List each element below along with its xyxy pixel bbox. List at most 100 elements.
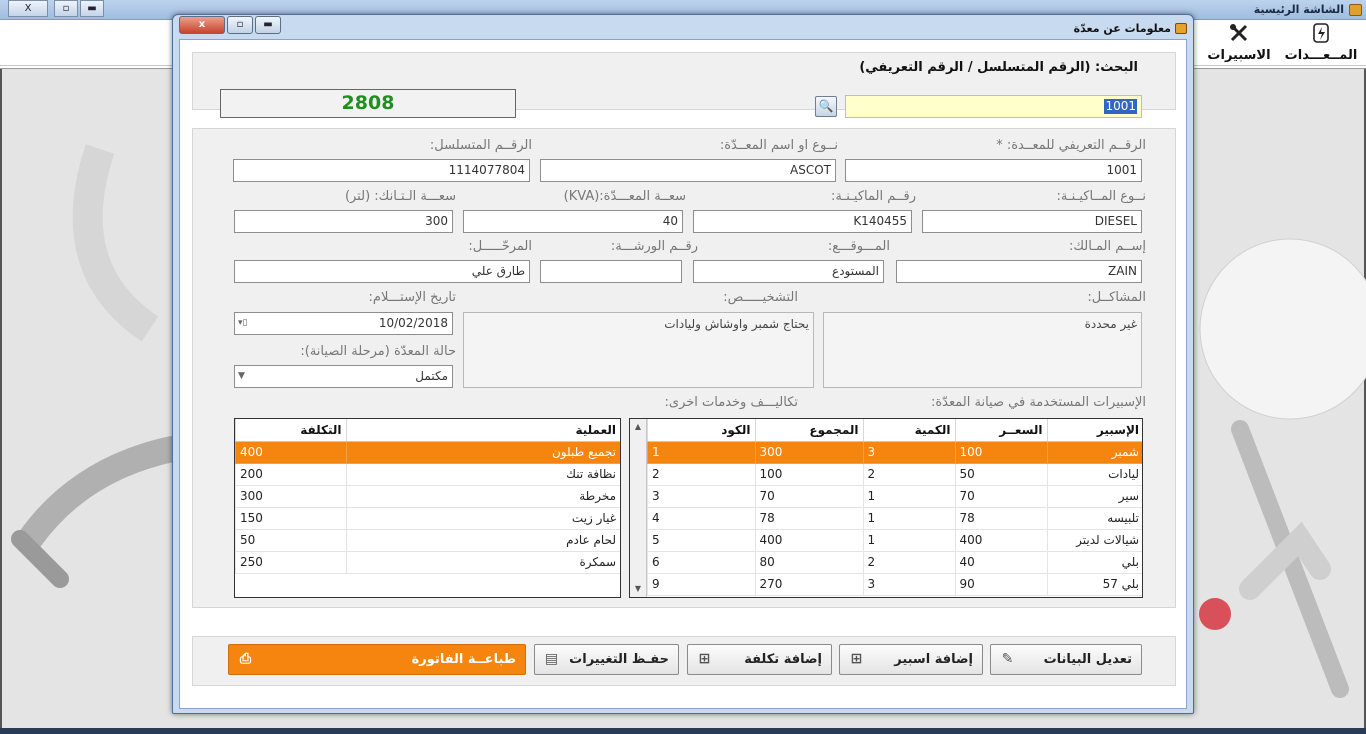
table-row[interactable]: تجميع طبلون 400: [235, 441, 620, 464]
col-cost[interactable]: التكلفة: [235, 419, 346, 442]
dialog-minimize-button[interactable]: ▬: [255, 16, 281, 34]
add-cost-button[interactable]: إضافة تكلفة ⊞: [687, 644, 832, 675]
status-select[interactable]: مكتمل ▼: [234, 365, 453, 388]
cell: 3: [647, 485, 755, 508]
table-row[interactable]: بلي 57 90 3 270 9: [647, 573, 1142, 596]
table-row[interactable]: شمبر 100 3 300 1: [647, 441, 1142, 464]
parts-grid-scrollbar[interactable]: ▲ ▼: [630, 419, 647, 597]
calendar-icon[interactable]: ▾▯: [238, 313, 247, 334]
serial-number-label: الرقــم المتسلسل:: [429, 138, 532, 153]
transferred-by-field[interactable]: طارق علي: [234, 260, 530, 283]
machine-type-label: نــوع المــاكيـنـة:: [1056, 189, 1146, 204]
toolbar-equipment-button[interactable]: المــعـــدات: [1284, 22, 1358, 64]
status-value: مكتمل: [415, 369, 448, 383]
chevron-down-icon[interactable]: ▼: [238, 366, 245, 387]
cell: 9: [647, 573, 755, 596]
save-changes-button[interactable]: حفـظ التغييرات ▤: [534, 644, 679, 675]
col-part[interactable]: الإسبير: [1046, 419, 1142, 442]
edit-data-label: تعديل البيانات: [1043, 652, 1132, 667]
col-operation[interactable]: العملية: [345, 419, 620, 442]
machine-number-field[interactable]: K140455: [693, 210, 912, 233]
table-row[interactable]: لحام عادم 50: [235, 529, 620, 552]
toolbar-parts-label: الاسبيرات: [1207, 48, 1271, 63]
add-part-button[interactable]: إضافة اسبير ⊞: [839, 644, 983, 675]
tank-capacity-field[interactable]: 300: [234, 210, 453, 233]
cell: ليادات: [1046, 463, 1142, 486]
table-row[interactable]: نظافة تنك 200: [235, 463, 620, 486]
toolbar-parts-button[interactable]: الاسبيرات: [1202, 22, 1276, 64]
cell: 1: [862, 529, 955, 552]
status-label: حالة المعدّة (مرحلة الصيانة):: [300, 344, 456, 359]
cell: 100: [954, 441, 1047, 464]
receive-date-label: تاريخ الإستـــلام:: [368, 290, 456, 305]
cell: 300: [754, 441, 863, 464]
main-close-button[interactable]: X: [8, 0, 48, 17]
equipment-id-field[interactable]: 1001: [845, 159, 1142, 182]
parts-table: الإسبير السعــر الكمية المجموع الكود شمب…: [647, 419, 1142, 596]
cell: 150: [235, 507, 346, 530]
cell: 5: [647, 529, 755, 552]
cell: 400: [235, 441, 346, 464]
cell: 100: [754, 463, 863, 486]
cell: نظافة تنك: [345, 463, 620, 486]
parts-grid[interactable]: ▲ ▼ الإسبير السعــر الكمية المجموع الكود…: [629, 418, 1143, 598]
table-row[interactable]: مخرطة 300: [235, 485, 620, 508]
scroll-down-icon[interactable]: ▼: [630, 581, 646, 597]
cell: 90: [954, 573, 1047, 596]
workshop-number-field[interactable]: [540, 260, 682, 283]
cell: 400: [754, 529, 863, 552]
cell: 250: [235, 551, 346, 574]
print-invoice-button[interactable]: طباعــة الفاتورة ⎙: [228, 644, 526, 675]
serial-number-field[interactable]: 1114077804: [233, 159, 530, 182]
dialog-close-button[interactable]: x: [179, 16, 225, 34]
table-row[interactable]: غيار زيت 150: [235, 507, 620, 530]
search-input[interactable]: 1001: [845, 95, 1142, 118]
cell: 40: [954, 551, 1047, 574]
record-counter: 2808: [220, 89, 516, 118]
cell: لحام عادم: [345, 529, 620, 552]
table-row[interactable]: سير 70 1 70 3: [647, 485, 1142, 508]
costs-grid[interactable]: العملية التكلفة تجميع طبلون 400 نظافة تنك…: [234, 418, 621, 598]
location-field[interactable]: المستودع: [693, 260, 884, 283]
col-price[interactable]: السعــر: [954, 419, 1047, 442]
cell: بلي: [1046, 551, 1142, 574]
main-window-title: الشاشة الرئيسية: [1253, 3, 1344, 16]
table-row[interactable]: تلبيسه 78 1 78 4: [647, 507, 1142, 530]
add-cost-label: إضافة تكلفة: [744, 652, 822, 667]
equipment-type-field[interactable]: ASCOT: [540, 159, 836, 182]
device-icon: [1284, 22, 1358, 48]
cell: تلبيسه: [1046, 507, 1142, 530]
main-minimize-button[interactable]: ▬: [80, 0, 104, 17]
col-quantity[interactable]: الكمية: [862, 419, 955, 442]
receive-date-picker[interactable]: 10/02/2018 ▾▯: [234, 312, 453, 335]
dialog-maximize-button[interactable]: ▫: [227, 16, 253, 34]
cell: 270: [754, 573, 863, 596]
problems-label: المشاكــل:: [1087, 290, 1146, 305]
owner-label: إســم المـالك:: [1068, 239, 1146, 254]
tools-icon: [1202, 22, 1276, 48]
add-icon: ⊞: [698, 651, 711, 667]
capacity-field[interactable]: 40: [463, 210, 683, 233]
main-restore-button[interactable]: ▫: [54, 0, 78, 17]
col-code[interactable]: الكود: [647, 419, 755, 442]
capacity-label: سعــة المعـــدّة:(KVA): [563, 189, 686, 204]
cell: 3: [862, 441, 955, 464]
machine-type-field[interactable]: DIESEL: [922, 210, 1142, 233]
table-row[interactable]: سمكرة 250: [235, 551, 620, 574]
cell: غيار زيت: [345, 507, 620, 530]
col-total[interactable]: المجموع: [754, 419, 863, 442]
search-button[interactable]: 🔍: [815, 96, 837, 117]
cell: تجميع طبلون: [345, 441, 620, 464]
owner-field[interactable]: ZAIN: [896, 260, 1142, 283]
scroll-up-icon[interactable]: ▲: [630, 419, 646, 435]
diagnosis-label: التشخيـــــص:: [723, 290, 798, 305]
edit-data-button[interactable]: تعديل البيانات ✎: [990, 644, 1142, 675]
cell: 50: [235, 529, 346, 552]
problems-textarea[interactable]: غير محددة: [823, 312, 1142, 388]
machine-number-label: رقــم الماكيـنـة:: [831, 189, 916, 204]
table-row[interactable]: شيالات لديتر 400 1 400 5: [647, 529, 1142, 552]
table-row[interactable]: ليادات 50 2 100 2: [647, 463, 1142, 486]
table-row[interactable]: بلي 40 2 80 6: [647, 551, 1142, 574]
diagnosis-textarea[interactable]: يحتاج شمبر واوشاش وليادات: [463, 312, 814, 388]
dialog-body: البحث: (الرقم المتسلسل / الرقم التعريفي)…: [179, 39, 1187, 709]
